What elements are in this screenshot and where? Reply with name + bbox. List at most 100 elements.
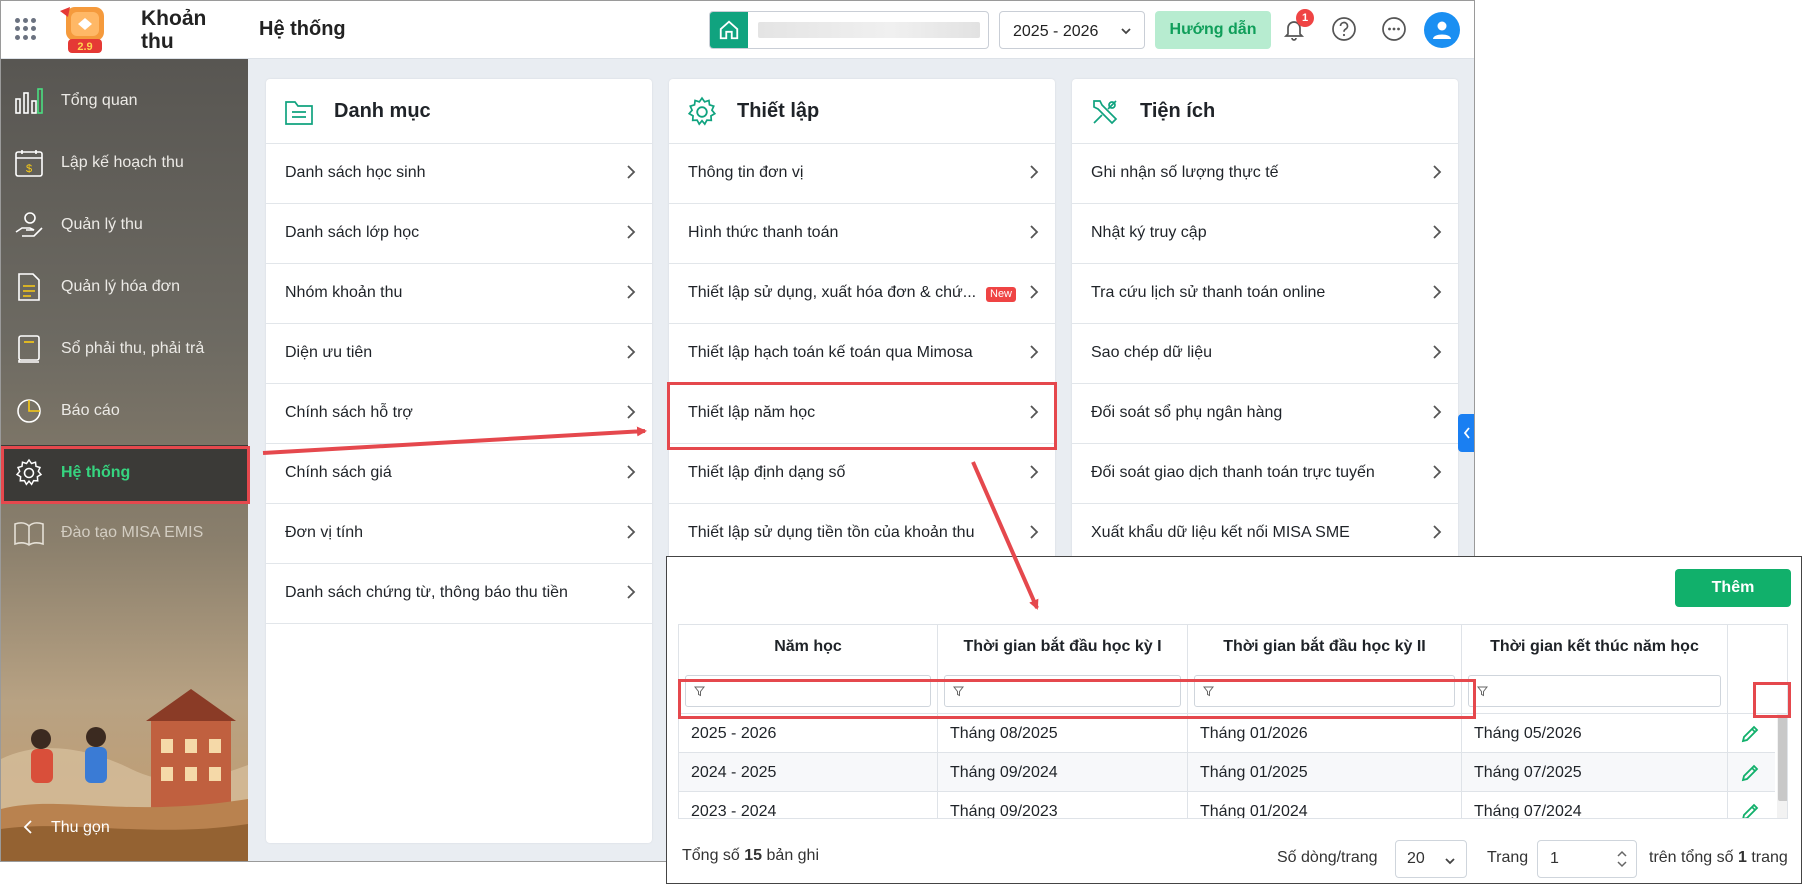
top-bar: 2.9 Khoản thu Hệ thống 2025 - 2026 Hướng… [1, 1, 1474, 59]
table-cell: 2024 - 2025 [679, 753, 938, 792]
list-item[interactable]: Thiết lập định dạng số [669, 444, 1055, 504]
table-cell: Tháng 01/2025 [1188, 753, 1462, 792]
table-cell: Tháng 01/2026 [1188, 714, 1462, 753]
sidebar-item-report[interactable]: Báo cáo [1, 383, 248, 439]
chevron-right-icon [1029, 464, 1039, 485]
edit-icon[interactable] [1730, 714, 1770, 753]
list-item[interactable]: Nhật ký truy cập [1072, 204, 1458, 264]
list-item[interactable]: Danh sách học sinh [266, 144, 652, 204]
app-grid-icon[interactable] [15, 18, 37, 40]
school-year-select[interactable]: 2025 - 2026 [999, 11, 1145, 49]
list-item-label: Tra cứu lịch sử thanh toán online [1091, 284, 1326, 301]
list-item[interactable]: Đối soát giao dịch thanh toán trực tuyến [1072, 444, 1458, 504]
list-item-label: Nhóm khoản thu [285, 284, 403, 301]
list-item-label: Chính sách hỗ trợ [285, 404, 413, 421]
invoice-icon [13, 271, 45, 303]
chart-bars-icon [13, 85, 45, 117]
list-item[interactable]: Đối soát sổ phụ ngân hàng [1072, 384, 1458, 444]
list-item[interactable]: Xuất khẩu dữ liệu kết nối MISA SME [1072, 504, 1458, 564]
list-item[interactable]: Thiết lập sử dụng, xuất hóa đơn & chứ...… [669, 264, 1055, 324]
highlight-selected-row [678, 679, 1476, 719]
guide-button[interactable]: Hướng dẫn [1155, 11, 1271, 49]
list-item[interactable]: Danh sách chứng từ, thông báo thu tiền [266, 564, 652, 624]
sidebar-item-overview[interactable]: Tổng quan [1, 73, 248, 129]
list-item[interactable]: Hình thức thanh toán [669, 204, 1055, 264]
chevron-right-icon [626, 464, 636, 485]
list-item-label: Danh sách lớp học [285, 224, 420, 241]
list-item[interactable]: Diện ưu tiên [266, 324, 652, 384]
rows-per-page-select[interactable]: 20 [1395, 840, 1467, 878]
list-item[interactable]: Sao chép dữ liệu [1072, 324, 1458, 384]
gear-icon [685, 95, 719, 129]
edit-icon[interactable] [1730, 753, 1770, 792]
user-avatar[interactable] [1424, 12, 1460, 48]
column-header[interactable]: Thời gian kết thúc năm học [1462, 625, 1728, 669]
chevron-right-icon [626, 584, 636, 605]
edit-icon[interactable] [1730, 792, 1770, 818]
list-item[interactable]: Nhóm khoản thu [266, 264, 652, 324]
table-cell: Tháng 01/2024 [1188, 792, 1462, 818]
chevron-right-icon [1432, 284, 1442, 305]
list-item[interactable]: Chính sách giá [266, 444, 652, 504]
sidebar-item-invoice[interactable]: Quản lý hóa đơn [1, 259, 248, 315]
help-icon[interactable] [1329, 14, 1359, 44]
list-item[interactable]: Đơn vị tính [266, 504, 652, 564]
list-item-label: Hình thức thanh toán [688, 224, 839, 241]
list-item-label: Chính sách giá [285, 464, 392, 481]
list-item[interactable]: Danh sách lớp học [266, 204, 652, 264]
stepper-icon [1617, 850, 1627, 868]
column-header[interactable]: Thời gian bắt đầu học kỳ II [1188, 625, 1462, 669]
add-button[interactable]: Thêm [1675, 569, 1791, 607]
chevron-right-icon [1029, 524, 1039, 545]
list-item-label: Ghi nhận số lượng thực tế [1091, 164, 1279, 181]
table-row[interactable]: 2025 - 2026 Tháng 08/2025 Tháng 01/2026 Thá… [679, 714, 1775, 753]
collapse-button[interactable]: Thu gọn [21, 819, 110, 840]
table-cell: 2025 - 2026 [679, 714, 938, 753]
table-cell: Tháng 08/2025 [938, 714, 1188, 753]
sidebar-item-training[interactable]: Đào tạo MISA EMIS [1, 505, 248, 561]
chevron-right-icon [1432, 464, 1442, 485]
card-catalog: Danh mục Danh sách học sinh Danh sách lớp… [266, 79, 652, 843]
list-item[interactable]: Thiết lập sử dụng tiền tồn của khoản thu [669, 504, 1055, 564]
chevron-down-icon [1445, 858, 1455, 865]
school-year-table: Năm học Thời gian bắt đầu học kỳ I Thời … [678, 624, 1788, 819]
svg-text:2.9: 2.9 [77, 41, 92, 53]
sidebar-item-ledger[interactable]: Sổ phải thu, phải trả [1, 321, 248, 377]
sidebar-illustration [1, 689, 248, 861]
filter-input[interactable] [1468, 675, 1721, 707]
list-item-label: Đối soát giao dịch thanh toán trực tuyến [1091, 464, 1375, 481]
table-cell: 2023 - 2024 [679, 792, 938, 818]
list-item[interactable]: Thiết lập hạch toán kế toán qua Mimosa [669, 324, 1055, 384]
more-icon[interactable] [1379, 14, 1409, 44]
chevron-right-icon [626, 344, 636, 365]
list-item-label: Thiết lập định dạng số [688, 464, 846, 481]
calendar-dollar-icon: $ [13, 147, 45, 179]
column-header[interactable]: Thời gian bắt đầu học kỳ I [938, 625, 1188, 669]
page-number-input[interactable]: 1 [1537, 840, 1637, 878]
svg-text:$: $ [26, 163, 32, 175]
list-item[interactable]: Thông tin đơn vị [669, 144, 1055, 204]
sidebar-item-plan[interactable]: $ Lập kế hoạch thu [1, 135, 248, 191]
card-title: Tiện ích [1140, 100, 1216, 122]
table-row[interactable]: 2023 - 2024 Tháng 09/2023 Tháng 01/2024 Thá… [679, 792, 1775, 818]
vertical-scrollbar[interactable] [1777, 714, 1787, 818]
page-label: Trang [1487, 849, 1529, 866]
chevron-left-icon [21, 820, 35, 839]
column-header[interactable]: Năm học [679, 625, 938, 669]
folder-list-icon [282, 95, 316, 129]
table-footer: Tổng số 15 bản ghi Số dòng/trang 20 Tran… [667, 827, 1801, 878]
list-item[interactable]: Ghi nhận số lượng thực tế [1072, 144, 1458, 204]
list-item[interactable]: Tra cứu lịch sử thanh toán online [1072, 264, 1458, 324]
table-row[interactable]: 2024 - 2025 Tháng 09/2024 Tháng 01/2025 Thá… [679, 753, 1775, 792]
school-name-redacted [758, 22, 980, 38]
school-selector[interactable] [709, 11, 989, 49]
list-item-label: Danh sách học sinh [285, 164, 426, 181]
chevron-right-icon [1432, 344, 1442, 365]
sidebar-item-collect[interactable]: Quản lý thu [1, 197, 248, 253]
hand-coin-icon [13, 209, 45, 241]
highlight-school-year-setting [667, 382, 1057, 450]
table-cell: Tháng 09/2024 [938, 753, 1188, 792]
list-item[interactable]: Chính sách hỗ trợ [266, 384, 652, 444]
side-panel-toggle[interactable] [1458, 414, 1474, 452]
table-cell: Tháng 07/2025 [1462, 753, 1728, 792]
